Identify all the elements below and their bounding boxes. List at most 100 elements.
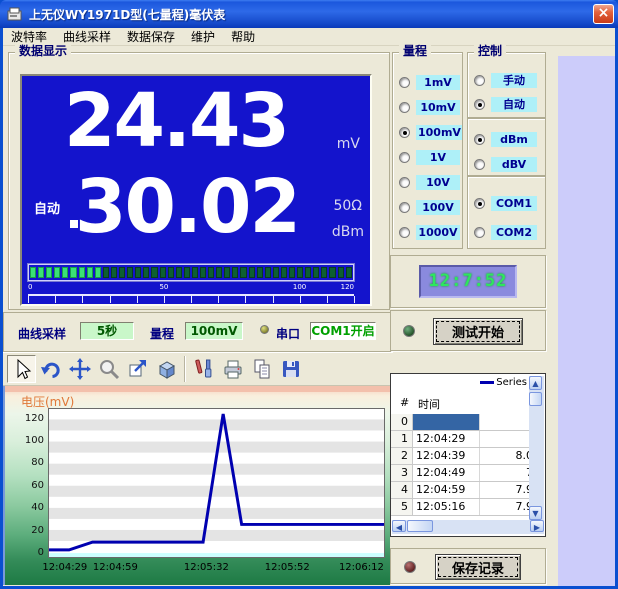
close-button[interactable]: × — [593, 4, 614, 24]
cell-value — [480, 414, 529, 430]
table-row[interactable]: 112:04:29 — [391, 431, 529, 448]
undo-icon — [39, 357, 63, 381]
radio-icon[interactable] — [474, 99, 485, 110]
scroll-right-button[interactable]: ▶ — [530, 520, 544, 532]
level-bar-segment — [79, 267, 85, 278]
cell-time[interactable]: 12:05:16 — [413, 499, 480, 515]
restore-tool-button[interactable] — [123, 355, 152, 383]
cell-value: 7.9 — [480, 482, 529, 498]
pan-tool-button[interactable] — [65, 355, 94, 383]
zoom-tool-button[interactable] — [94, 355, 123, 383]
table-row[interactable]: 0 — [391, 414, 529, 431]
level-bar — [28, 264, 354, 281]
radio-icon[interactable] — [474, 159, 485, 170]
tools-tool-button[interactable] — [189, 355, 218, 383]
table-vscrollbar[interactable]: ▲ ▼ — [529, 376, 544, 520]
radio-icon[interactable] — [399, 102, 410, 113]
ruler-tick — [82, 296, 83, 303]
level-bar-scale-label: 50 — [159, 283, 168, 291]
cursor-tool-button[interactable] — [7, 355, 36, 383]
test-start-button[interactable]: 测试开始 — [433, 318, 523, 345]
radio-option-COM2[interactable]: COM2 — [468, 218, 545, 247]
radio-option-COM1[interactable]: COM1 — [468, 189, 545, 218]
radio-icon[interactable] — [399, 77, 410, 88]
save-panel: 保存记录 — [390, 548, 546, 584]
range-group-label: 量程 — [399, 44, 431, 59]
radio-option-10V[interactable]: 10V — [393, 170, 462, 195]
ruler-tick — [164, 296, 165, 303]
radio-label: 手动 — [491, 73, 537, 88]
table-hscrollbar[interactable]: ◀ ▶ — [392, 520, 544, 534]
menu-item[interactable]: 数据保存 — [119, 28, 183, 45]
level-bar-scale-label: 0 — [28, 283, 32, 291]
radio-label: 1mV — [416, 75, 460, 90]
radio-option-1000V[interactable]: 1000V — [393, 220, 462, 245]
scroll-left-button[interactable]: ◀ — [392, 520, 406, 532]
cube-3d-tool-button[interactable] — [152, 355, 181, 383]
radio-option-自动[interactable]: 自动 — [468, 92, 545, 116]
cell-time[interactable]: 12:04:39 — [413, 448, 480, 464]
radio-option-10mV[interactable]: 10mV — [393, 95, 462, 120]
cell-time[interactable]: 12:04:49 — [413, 465, 480, 481]
data-display-group-label: 数据显示 — [15, 44, 71, 59]
level-bar-segment — [46, 267, 52, 278]
print-tool-button[interactable] — [218, 355, 247, 383]
save-record-button[interactable]: 保存记录 — [435, 554, 521, 580]
level-bar-segment — [184, 267, 190, 278]
cell-time[interactable]: 12:04:59 — [413, 482, 480, 498]
ruler-tick — [191, 296, 192, 303]
radio-option-手动[interactable]: 手动 — [468, 68, 545, 92]
level-bar-segment — [208, 267, 214, 278]
radio-icon[interactable] — [474, 198, 485, 209]
menu-item[interactable]: 帮助 — [223, 28, 263, 45]
x-tick-label: 12:05:32 — [184, 562, 229, 573]
cell-index: 5 — [391, 499, 413, 515]
menu-item[interactable]: 波特率 — [3, 28, 55, 45]
level-bar-segment — [103, 267, 109, 278]
impedance-label: 50Ω — [333, 198, 362, 214]
hscroll-thumb[interactable] — [407, 520, 433, 532]
table-row[interactable]: 412:04:597.9 — [391, 482, 529, 499]
copy-tool-button[interactable] — [247, 355, 276, 383]
cell-time[interactable]: 12:04:29 — [413, 431, 480, 447]
radio-icon[interactable] — [399, 152, 410, 163]
radio-option-dBV[interactable]: dBV — [468, 152, 545, 177]
voltage-series-line — [49, 414, 384, 550]
level-bar-segment — [168, 267, 174, 278]
table-row[interactable]: 312:04:497 — [391, 465, 529, 482]
cell-index: 4 — [391, 482, 413, 498]
undo-tool-button[interactable] — [36, 355, 65, 383]
radio-option-100mV[interactable]: 100mV — [393, 120, 462, 145]
vscroll-thumb[interactable] — [529, 392, 542, 406]
radio-icon[interactable] — [399, 177, 410, 188]
table-row[interactable]: 512:05:167.9 — [391, 499, 529, 516]
radio-option-dBm[interactable]: dBm — [468, 127, 545, 152]
radio-icon[interactable] — [474, 134, 485, 145]
cell-index: 2 — [391, 448, 413, 464]
radio-icon[interactable] — [399, 127, 410, 138]
ruler-tick — [28, 296, 29, 303]
y-tick-label: 40 — [18, 502, 44, 513]
level-bar-segment — [232, 267, 238, 278]
cell-index: 1 — [391, 431, 413, 447]
menu-item[interactable]: 维护 — [183, 28, 223, 45]
cell-time[interactable] — [413, 414, 480, 430]
menu-item[interactable]: 曲线采样 — [55, 28, 119, 45]
radio-option-1mV[interactable]: 1mV — [393, 70, 462, 95]
scroll-up-button[interactable]: ▲ — [529, 376, 542, 390]
restore-icon — [126, 357, 150, 381]
radio-icon[interactable] — [474, 227, 485, 238]
ruler-tick — [245, 296, 246, 303]
radio-icon[interactable] — [474, 75, 485, 86]
zoom-icon — [97, 357, 121, 381]
radio-option-1V[interactable]: 1V — [393, 145, 462, 170]
save-icon — [279, 357, 303, 381]
control-group: 控制 手动自动 — [467, 52, 546, 118]
scroll-down-button[interactable]: ▼ — [529, 506, 542, 520]
radio-icon[interactable] — [399, 202, 410, 213]
save-tool-button[interactable] — [276, 355, 305, 383]
level-bar-segment — [54, 267, 60, 278]
radio-option-100V[interactable]: 100V — [393, 195, 462, 220]
radio-icon[interactable] — [399, 227, 410, 238]
table-row[interactable]: 212:04:398.0 — [391, 448, 529, 465]
